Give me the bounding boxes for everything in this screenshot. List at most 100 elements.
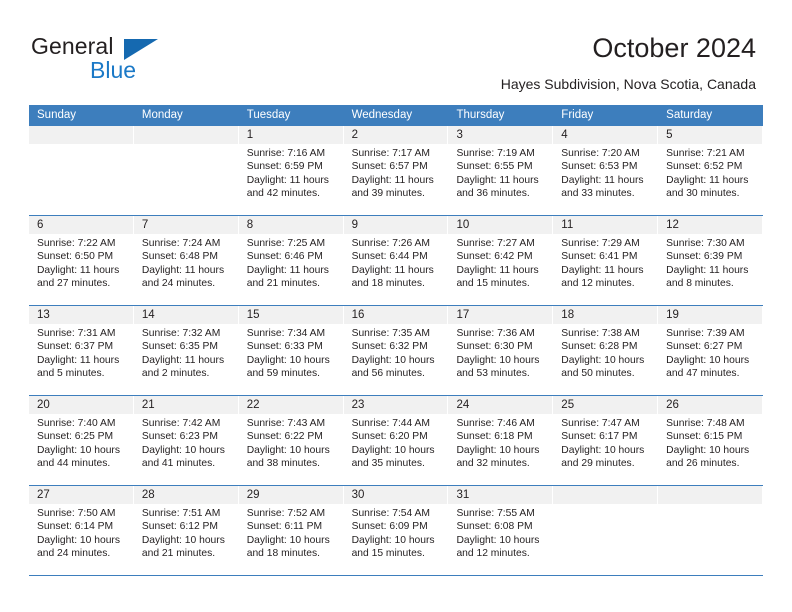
day-details: Sunrise: 7:22 AM Sunset: 6:50 PM Dayligh… [29,234,134,291]
day-number-band [133,126,239,144]
day-cell[interactable]: 26 Sunrise: 7:48 AM Sunset: 6:15 PM Dayl… [658,396,764,485]
day-cell[interactable]: 31 Sunrise: 7:55 AM Sunset: 6:08 PM Dayl… [448,486,554,575]
day-cell[interactable]: 13 Sunrise: 7:31 AM Sunset: 6:37 PM Dayl… [29,306,134,395]
day-details: Sunrise: 7:27 AM Sunset: 6:42 PM Dayligh… [448,234,553,291]
daylight-text-line1: Daylight: 10 hours [456,534,540,546]
day-cell[interactable]: 2 Sunrise: 7:17 AM Sunset: 6:57 PM Dayli… [343,126,449,215]
day-number: 13 [37,309,50,321]
day-details: Sunrise: 7:55 AM Sunset: 6:08 PM Dayligh… [448,504,553,561]
day-cell[interactable]: 4 Sunrise: 7:20 AM Sunset: 6:53 PM Dayli… [553,126,659,215]
sunrise-text: Sunrise: 7:50 AM [37,508,116,519]
day-details: Sunrise: 7:35 AM Sunset: 6:32 PM Dayligh… [344,324,449,381]
day-cell[interactable] [29,126,134,215]
day-cell[interactable]: 5 Sunrise: 7:21 AM Sunset: 6:52 PM Dayli… [658,126,764,215]
day-details: Sunrise: 7:32 AM Sunset: 6:35 PM Dayligh… [134,324,239,381]
page-subtitle: Hayes Subdivision, Nova Scotia, Canada [500,76,756,92]
day-number-band: 14 [133,306,239,324]
day-cell[interactable]: 20 Sunrise: 7:40 AM Sunset: 6:25 PM Dayl… [29,396,134,485]
day-cell[interactable]: 23 Sunrise: 7:44 AM Sunset: 6:20 PM Dayl… [343,396,449,485]
day-number-band: 17 [448,306,554,324]
daylight-text-line2: and 15 minutes. [351,548,425,560]
day-number: 26 [666,399,679,411]
day-cell[interactable]: 12 Sunrise: 7:30 AM Sunset: 6:39 PM Dayl… [658,216,764,305]
day-details: Sunrise: 7:34 AM Sunset: 6:33 PM Dayligh… [239,324,344,381]
daylight-text-line1: Daylight: 10 hours [666,444,750,456]
day-details: Sunrise: 7:19 AM Sunset: 6:55 PM Dayligh… [448,144,553,201]
daylight-text-line1: Daylight: 10 hours [561,354,645,366]
day-cell[interactable]: 11 Sunrise: 7:29 AM Sunset: 6:41 PM Dayl… [553,216,659,305]
daylight-text-line1: Daylight: 10 hours [666,354,750,366]
day-cell[interactable]: 14 Sunrise: 7:32 AM Sunset: 6:35 PM Dayl… [133,306,239,395]
daylight-text-line1: Daylight: 10 hours [246,534,330,546]
day-number-band: 4 [553,126,659,144]
day-number-band [29,126,134,144]
day-number: 18 [561,309,575,321]
sunset-text: Sunset: 6:39 PM [666,251,743,263]
day-number: 24 [456,399,470,411]
sunrise-text: Sunrise: 7:48 AM [666,418,745,429]
day-number-band: 25 [553,396,659,414]
sunset-text: Sunset: 6:25 PM [37,431,114,443]
daylight-text-line1: Daylight: 10 hours [141,444,225,456]
sunrise-text: Sunrise: 7:27 AM [456,238,535,249]
day-cell[interactable]: 7 Sunrise: 7:24 AM Sunset: 6:48 PM Dayli… [133,216,239,305]
daylight-text-line1: Daylight: 11 hours [456,174,539,186]
day-cell[interactable]: 1 Sunrise: 7:16 AM Sunset: 6:59 PM Dayli… [238,126,344,215]
day-cell[interactable]: 21 Sunrise: 7:42 AM Sunset: 6:23 PM Dayl… [133,396,239,485]
day-number: 30 [351,489,365,501]
daylight-text-line1: Daylight: 10 hours [351,534,435,546]
day-cell[interactable] [658,486,764,575]
sunrise-text: Sunrise: 7:51 AM [141,508,221,519]
day-details: Sunrise: 7:38 AM Sunset: 6:28 PM Dayligh… [553,324,658,381]
day-details: Sunrise: 7:25 AM Sunset: 6:46 PM Dayligh… [239,234,344,291]
day-cell[interactable]: 29 Sunrise: 7:52 AM Sunset: 6:11 PM Dayl… [238,486,344,575]
day-number: 21 [141,399,155,411]
day-number: 19 [666,309,679,321]
day-cell[interactable]: 3 Sunrise: 7:19 AM Sunset: 6:55 PM Dayli… [448,126,554,215]
day-cell[interactable]: 10 Sunrise: 7:27 AM Sunset: 6:42 PM Dayl… [448,216,554,305]
day-cell[interactable]: 19 Sunrise: 7:39 AM Sunset: 6:27 PM Dayl… [658,306,764,395]
sunrise-text: Sunrise: 7:25 AM [246,238,326,249]
day-cell[interactable]: 18 Sunrise: 7:38 AM Sunset: 6:28 PM Dayl… [553,306,659,395]
day-details: Sunrise: 7:54 AM Sunset: 6:09 PM Dayligh… [344,504,449,561]
day-cell[interactable]: 6 Sunrise: 7:22 AM Sunset: 6:50 PM Dayli… [29,216,134,305]
day-number-band: 16 [343,306,449,324]
day-cell[interactable]: 17 Sunrise: 7:36 AM Sunset: 6:30 PM Dayl… [448,306,554,395]
day-cell[interactable]: 16 Sunrise: 7:35 AM Sunset: 6:32 PM Dayl… [343,306,449,395]
day-cell[interactable]: 9 Sunrise: 7:26 AM Sunset: 6:44 PM Dayli… [343,216,449,305]
daylight-text-line1: Daylight: 11 hours [351,174,434,186]
daylight-text-line2: and 2 minutes. [141,368,210,380]
daylight-text-line2: and 53 minutes. [456,368,530,380]
weekday-monday: Monday [141,109,183,121]
day-cell[interactable] [553,486,659,575]
day-cell[interactable]: 22 Sunrise: 7:43 AM Sunset: 6:22 PM Dayl… [238,396,344,485]
sunset-text: Sunset: 6:18 PM [456,431,533,443]
day-details: Sunrise: 7:39 AM Sunset: 6:27 PM Dayligh… [658,324,763,381]
day-number-band: 11 [553,216,659,234]
sunset-text: Sunset: 6:32 PM [351,341,428,353]
day-details: Sunrise: 7:31 AM Sunset: 6:37 PM Dayligh… [29,324,134,381]
day-cell[interactable]: 15 Sunrise: 7:34 AM Sunset: 6:33 PM Dayl… [238,306,344,395]
daylight-text-line2: and 32 minutes. [456,458,530,470]
daylight-text-line2: and 41 minutes. [141,458,216,470]
day-number: 4 [561,129,568,141]
day-cell[interactable]: 25 Sunrise: 7:47 AM Sunset: 6:17 PM Dayl… [553,396,659,485]
week-row: 13 Sunrise: 7:31 AM Sunset: 6:37 PM Dayl… [29,305,764,395]
week-row: 27 Sunrise: 7:50 AM Sunset: 6:14 PM Dayl… [29,485,764,576]
day-cell[interactable]: 28 Sunrise: 7:51 AM Sunset: 6:12 PM Dayl… [133,486,239,575]
sunrise-text: Sunrise: 7:46 AM [456,418,535,429]
day-details: Sunrise: 7:29 AM Sunset: 6:41 PM Dayligh… [553,234,658,291]
daylight-text-line1: Daylight: 11 hours [561,174,644,186]
sunset-text: Sunset: 6:57 PM [351,161,428,173]
day-number: 9 [351,219,358,231]
day-cell[interactable]: 8 Sunrise: 7:25 AM Sunset: 6:46 PM Dayli… [238,216,344,305]
day-number-band: 12 [658,216,764,234]
day-cell[interactable]: 27 Sunrise: 7:50 AM Sunset: 6:14 PM Dayl… [29,486,134,575]
sunrise-text: Sunrise: 7:24 AM [141,238,221,249]
day-cell[interactable]: 24 Sunrise: 7:46 AM Sunset: 6:18 PM Dayl… [448,396,554,485]
day-number: 28 [141,489,155,501]
day-cell[interactable]: 30 Sunrise: 7:54 AM Sunset: 6:09 PM Dayl… [343,486,449,575]
day-cell[interactable] [133,126,239,215]
sunset-text: Sunset: 6:41 PM [561,251,638,263]
sunrise-text: Sunrise: 7:38 AM [561,328,640,339]
